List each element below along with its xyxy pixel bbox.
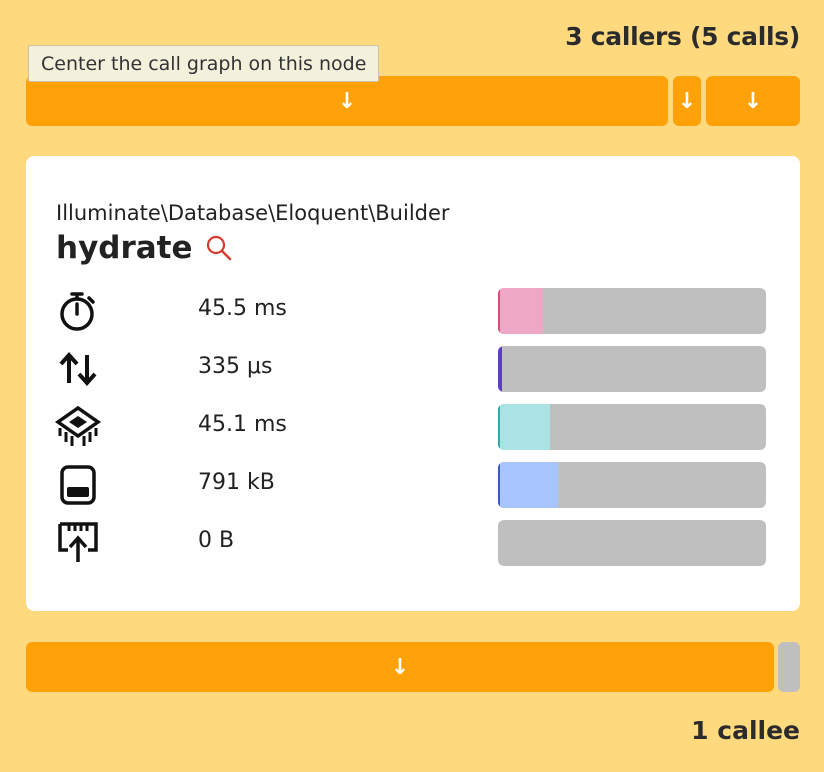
search-icon[interactable] [205, 234, 233, 262]
metric-row-io: 335 μs [26, 346, 800, 392]
metric-value-cpu: 45.1 ms [198, 412, 287, 437]
metric-row-network: 0 B [26, 520, 800, 566]
down-arrow-icon: ↓ [743, 88, 763, 114]
stopwatch-icon [54, 288, 102, 334]
caller-bar-1[interactable]: ↓ [26, 76, 668, 126]
io-arrows-icon [54, 346, 102, 392]
metric-value-network: 0 B [198, 528, 235, 553]
metric-bar-memory [498, 462, 766, 508]
metric-row-wall-time: 45.5 ms [26, 288, 800, 334]
cpu-icon [54, 404, 102, 450]
callers-count: 3 callers (5 calls) [565, 22, 800, 51]
metric-bar-cpu [498, 404, 766, 450]
node-function-name: hydrate [56, 230, 193, 266]
node-card[interactable]: Illuminate\Database\Eloquent\Builder hyd… [26, 156, 800, 611]
network-icon [54, 520, 102, 566]
caller-bar-3[interactable]: ↓ [706, 76, 800, 126]
down-arrow-icon: ↓ [677, 88, 697, 114]
metric-bar-wall-time [498, 288, 766, 334]
memory-icon [54, 462, 102, 508]
metric-value-memory: 791 kB [198, 470, 275, 495]
metric-row-memory: 791 kB [26, 462, 800, 508]
down-arrow-icon: ↓ [337, 88, 357, 114]
node-namespace: Illuminate\Database\Eloquent\Builder [56, 201, 450, 225]
metric-value-wall-time: 45.5 ms [198, 296, 287, 321]
down-arrow-icon: ↓ [390, 654, 410, 680]
callees-count: 1 callee [691, 716, 800, 745]
metric-bar-io [498, 346, 766, 392]
node-function-row: hydrate [56, 230, 233, 266]
caller-bar-2[interactable]: ↓ [673, 76, 701, 126]
callee-remainder-bar[interactable] [778, 642, 800, 692]
metric-row-cpu: 45.1 ms [26, 404, 800, 450]
center-node-tooltip: Center the call graph on this node [28, 45, 380, 82]
callee-bar-1[interactable]: ↓ [26, 642, 774, 692]
metric-value-io: 335 μs [198, 354, 273, 379]
metric-bar-network [498, 520, 766, 566]
